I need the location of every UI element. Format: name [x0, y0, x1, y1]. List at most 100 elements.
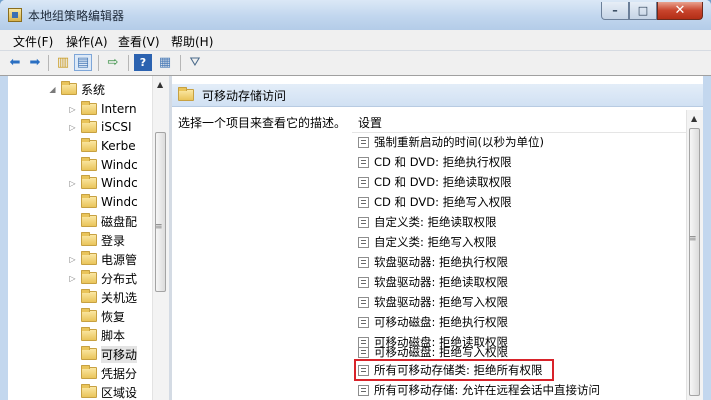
policy-setting-icon: [358, 216, 369, 228]
app-window: 本地组策略编辑器 – □ ✕ 文件(F) 操作(A) 查看(V) 帮助(H) ⬅…: [0, 0, 711, 400]
policy-row[interactable]: 自定义类: 拒绝读取权限: [358, 212, 688, 232]
minimize-icon: –: [612, 4, 618, 17]
policy-setting-icon: [358, 196, 369, 208]
tree-node[interactable]: ◢ 系统: [48, 80, 105, 98]
menu-bar: 文件(F) 操作(A) 查看(V) 帮助(H): [0, 30, 711, 51]
tree-node[interactable]: 关机选: [68, 288, 137, 306]
scroll-thumb[interactable]: [155, 132, 166, 292]
folder-icon: [81, 175, 97, 189]
menu-view[interactable]: 查看(V): [115, 33, 163, 50]
expander-icon[interactable]: ▷: [68, 274, 77, 283]
tree-node[interactable]: ▷ Windc: [68, 174, 138, 192]
policy-setting-icon: [358, 296, 369, 308]
tree-node[interactable]: ▷ 分布式: [68, 269, 137, 287]
expander-icon[interactable]: ▷: [68, 105, 77, 114]
folder-icon: [81, 346, 97, 360]
tree-node[interactable]: 区域设: [68, 383, 137, 400]
toolbar-separator: [180, 55, 181, 71]
expander-icon[interactable]: ▷: [68, 123, 77, 132]
close-button[interactable]: ✕: [657, 2, 703, 20]
minimize-button[interactable]: –: [601, 2, 629, 20]
expander-icon[interactable]: ▷: [68, 255, 77, 264]
policy-row[interactable]: 强制重新启动的时间(以秒为单位): [358, 132, 688, 152]
expander-icon[interactable]: ▷: [68, 179, 77, 188]
grip-icon: ≡: [155, 222, 163, 232]
tree-node-selected[interactable]: 可移动: [68, 345, 138, 363]
folder-icon: [81, 138, 97, 152]
folder-icon: [178, 87, 194, 101]
folder-icon: [81, 365, 97, 379]
tree-node[interactable]: 脚本: [68, 326, 125, 344]
policy-row[interactable]: 自定义类: 拒绝写入权限: [358, 232, 688, 252]
forward-arrow-icon[interactable]: ➡: [26, 54, 44, 71]
tree-node[interactable]: ▷ iSCSI: [68, 118, 132, 136]
description-text: 选择一个项目来查看它的描述。: [178, 116, 347, 130]
caption-buttons: – □ ✕: [601, 2, 703, 20]
filter-icon[interactable]: ⛛: [186, 54, 204, 71]
column-header-setting[interactable]: 设置: [352, 110, 692, 133]
tree-node[interactable]: 恢复: [68, 307, 125, 325]
content-area: ◢ 系统 ▷ Intern ▷ iSCSI Kerbe Windc ▷ Windc Wi…: [8, 76, 703, 400]
folder-icon: [81, 101, 97, 115]
title-bar[interactable]: 本地组策略编辑器 – □ ✕: [0, 0, 711, 30]
details-title: 可移动存储访问: [202, 88, 287, 103]
policy-setting-icon: [358, 256, 369, 268]
tree-node[interactable]: 磁盘配: [68, 212, 137, 230]
details-pane: 可移动存储访问 选择一个项目来查看它的描述。 设置 强制重新启动的时间(以秒为单…: [172, 76, 703, 400]
folder-icon: [61, 81, 77, 95]
scroll-up-icon[interactable]: ▲: [691, 114, 697, 123]
scroll-thumb[interactable]: [689, 128, 700, 396]
menu-action[interactable]: 操作(A): [63, 33, 111, 50]
export-list-icon[interactable]: ⇨: [104, 54, 122, 71]
show-hide-tree-icon[interactable]: ▤: [74, 54, 92, 71]
policy-row[interactable]: 所有可移动存储: 允许在远程会话中直接访问: [358, 380, 688, 400]
tree-node[interactable]: Windc: [68, 156, 138, 174]
policy-row[interactable]: CD 和 DVD: 拒绝执行权限: [358, 152, 688, 172]
column-header-label: 设置: [358, 116, 383, 130]
help-icon[interactable]: ?: [134, 54, 152, 71]
folder-icon: [81, 384, 97, 398]
expander-icon[interactable]: ◢: [48, 85, 57, 94]
policy-setting-icon: [358, 276, 369, 288]
tree-node[interactable]: ▷ 电源管: [68, 250, 137, 268]
policy-row[interactable]: CD 和 DVD: 拒绝读取权限: [358, 172, 688, 192]
policy-setting-icon: [358, 236, 369, 248]
details-header: 可移动存储访问: [172, 84, 703, 107]
up-folder-icon[interactable]: ▥: [54, 54, 72, 71]
policy-row[interactable]: CD 和 DVD: 拒绝写入权限: [358, 192, 688, 212]
tree-node[interactable]: 登录: [68, 231, 125, 249]
tree-node[interactable]: Kerbe: [68, 137, 136, 155]
policy-setting-icon: [358, 176, 369, 188]
policy-row[interactable]: 可移动磁盘: 拒绝执行权限: [358, 312, 688, 332]
list-scrollbar[interactable]: ▲ ≡: [686, 110, 703, 400]
maximize-button[interactable]: □: [629, 2, 657, 20]
window-title: 本地组策略编辑器: [28, 9, 125, 23]
tree-node[interactable]: ▷ Intern: [68, 100, 137, 118]
tree-node[interactable]: 凭据分: [68, 364, 137, 382]
toolbar: ⬅ ➡ ▥ ▤ ⇨ ? ▦ ⛛: [0, 51, 711, 76]
menu-help[interactable]: 帮助(H): [168, 33, 216, 50]
toolbar-separator: [128, 55, 129, 71]
toolbar-separator: [48, 55, 49, 71]
policy-setting-icon: [358, 136, 369, 148]
navigation-tree: ◢ 系统 ▷ Intern ▷ iSCSI Kerbe Windc ▷ Windc Wi…: [8, 76, 151, 400]
folder-icon: [81, 213, 97, 227]
policy-row[interactable]: 软盘驱动器: 拒绝写入权限: [358, 292, 688, 312]
close-icon: ✕: [674, 3, 686, 18]
folder-icon: [81, 289, 97, 303]
menu-file[interactable]: 文件(F): [10, 33, 56, 50]
properties-icon[interactable]: ▦: [156, 54, 174, 71]
tree-scrollbar[interactable]: ▲ ≡: [152, 76, 169, 400]
policy-setting-icon: [358, 316, 369, 328]
folder-icon: [81, 232, 97, 246]
tree-node[interactable]: Windc: [68, 193, 138, 211]
toolbar-separator: [98, 55, 99, 71]
policy-setting-icon: [358, 384, 369, 396]
back-arrow-icon[interactable]: ⬅: [6, 54, 24, 71]
policy-row[interactable]: 软盘驱动器: 拒绝执行权限: [358, 252, 688, 272]
folder-icon: [81, 327, 97, 341]
highlight-box: [354, 359, 554, 381]
scroll-up-icon[interactable]: ▲: [157, 80, 163, 89]
folder-icon: [81, 119, 97, 133]
policy-row[interactable]: 软盘驱动器: 拒绝读取权限: [358, 272, 688, 292]
